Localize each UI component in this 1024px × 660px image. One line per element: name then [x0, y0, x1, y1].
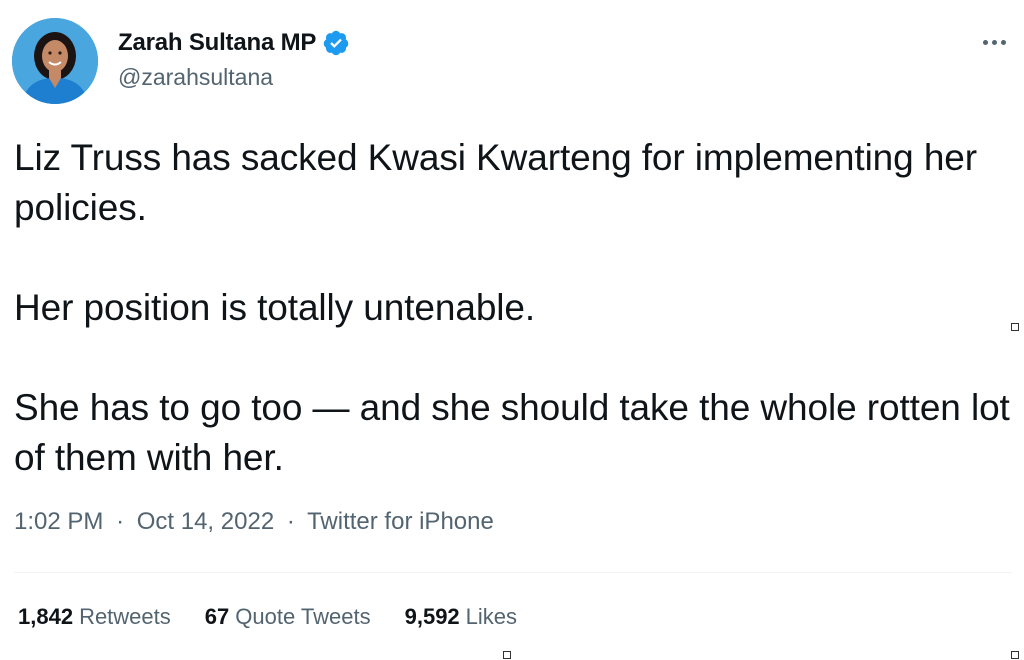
likes-label: Likes: [465, 604, 518, 629]
more-horizontal-icon-dot: [991, 39, 997, 45]
engagement-stats: 1,842 Retweets 67 Quote Tweets 9,592 Likes: [18, 604, 517, 630]
meta-separator: ·: [116, 508, 125, 535]
display-name-row: Zarah Sultana MP: [118, 28, 350, 58]
tweet-paragraph: She has to go too — and she should take …: [14, 387, 1010, 478]
resize-handle[interactable]: [1011, 651, 1019, 659]
resize-handle[interactable]: [1011, 323, 1019, 331]
tweet-meta: 1:02 PM · Oct 14, 2022 · Twitter for iPh…: [14, 508, 494, 536]
retweets-stat[interactable]: 1,842 Retweets: [18, 604, 171, 630]
tweet-date[interactable]: Oct 14, 2022: [137, 508, 274, 535]
handle[interactable]: @zarahsultana: [118, 64, 350, 91]
tweet-time[interactable]: 1:02 PM: [14, 508, 103, 535]
quote-tweets-count: 67: [204, 604, 230, 629]
meta-separator: ·: [286, 508, 295, 535]
likes-stat[interactable]: 9,592 Likes: [405, 604, 517, 630]
tweet-card: Zarah Sultana MP @zarahsultana Liz Truss…: [0, 0, 1024, 660]
retweets-count: 1,842: [18, 604, 74, 629]
author-block: Zarah Sultana MP @zarahsultana: [118, 28, 350, 91]
tweet-source[interactable]: Twitter for iPhone: [307, 508, 494, 535]
tweet-paragraph: Her position is totally untenable.: [14, 287, 536, 328]
quote-tweets-label: Quote Tweets: [235, 604, 371, 629]
more-horizontal-icon: [982, 39, 988, 45]
quote-tweets-stat[interactable]: 67 Quote Tweets: [205, 604, 371, 630]
likes-count: 9,592: [404, 604, 460, 629]
verified-badge-icon: [322, 29, 350, 57]
tweet-paragraph: Liz Truss has sacked Kwasi Kwarteng for …: [14, 137, 977, 228]
more-options-button[interactable]: [974, 30, 1014, 54]
resize-handle[interactable]: [503, 651, 511, 659]
more-horizontal-icon-dot: [1000, 39, 1006, 45]
avatar[interactable]: [12, 18, 98, 104]
divider: [14, 572, 1012, 573]
display-name[interactable]: Zarah Sultana MP: [118, 29, 316, 57]
retweets-label: Retweets: [79, 604, 171, 629]
tweet-text: Liz Truss has sacked Kwasi Kwarteng for …: [14, 133, 1014, 483]
